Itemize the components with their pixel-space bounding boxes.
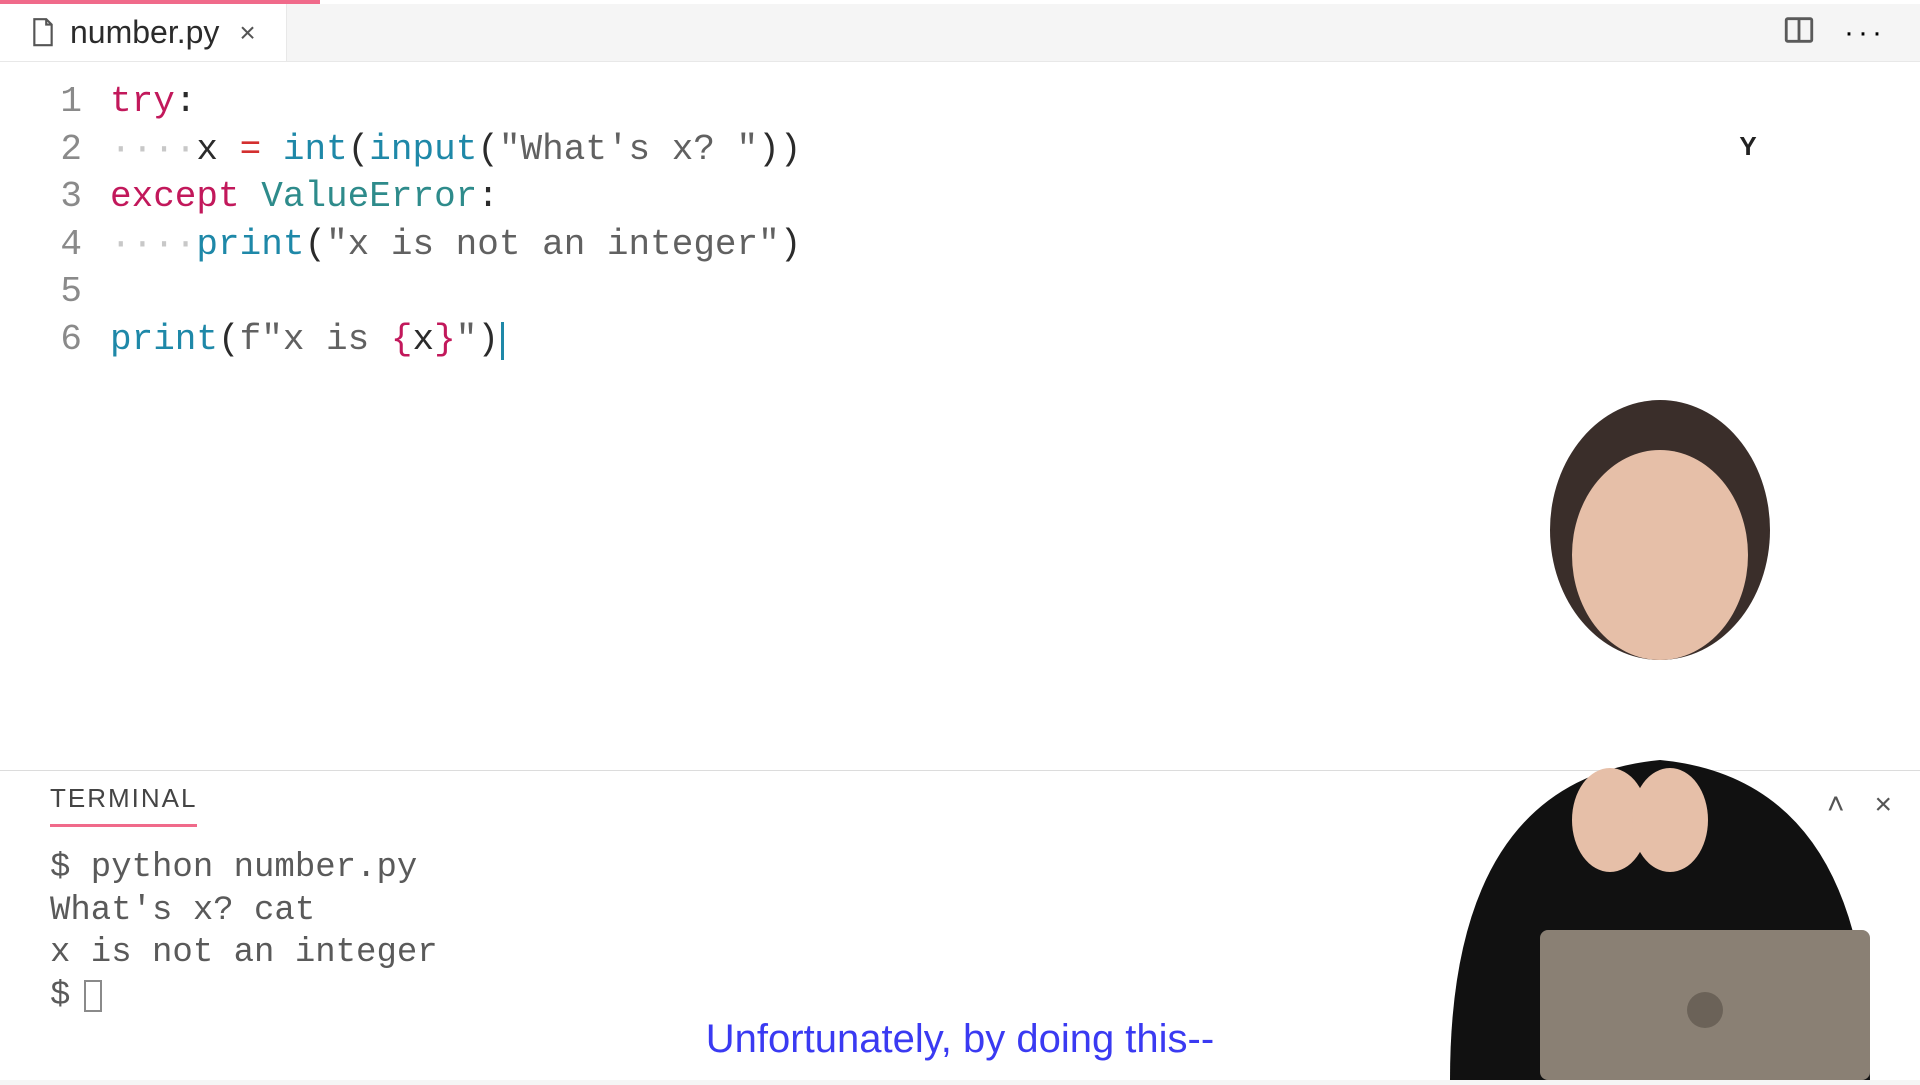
code-line: 5 <box>0 268 1920 316</box>
terminal-collapse-icon[interactable]: ˄ <box>1827 788 1845 822</box>
more-actions-icon[interactable]: ··· <box>1844 18 1886 48</box>
service-badge[interactable]: Y <box>1720 118 1776 174</box>
code-text[interactable]: try: <box>110 78 196 126</box>
editor-cursor <box>501 322 504 360</box>
tab-bar-actions: ··· <box>1782 13 1920 52</box>
terminal-line: x is not an integer <box>50 932 1870 975</box>
line-number: 1 <box>0 78 110 126</box>
code-text[interactable]: ····print("x is not an integer") <box>110 221 801 269</box>
terminal-line: What's x? cat <box>50 890 1870 933</box>
code-line: 4····print("x is not an integer") <box>0 221 1920 269</box>
file-icon <box>30 17 56 49</box>
code-line: 6print(f"x is {x}") <box>0 316 1920 364</box>
code-line: 1try: <box>0 78 1920 126</box>
code-lines: 1try:2····x = int(input("What's x? "))3e… <box>0 78 1920 363</box>
line-number: 2 <box>0 126 110 174</box>
terminal-cursor <box>84 980 102 1012</box>
code-text[interactable]: except ValueError: <box>110 173 499 221</box>
line-number: 5 <box>0 268 110 316</box>
terminal-tab[interactable]: TERMINAL <box>50 783 197 827</box>
code-line: 3except ValueError: <box>0 173 1920 221</box>
tab-close-button[interactable]: × <box>233 17 261 49</box>
line-number: 6 <box>0 316 110 364</box>
line-number: 4 <box>0 221 110 269</box>
terminal-prompt: $ <box>50 975 70 1018</box>
code-text[interactable]: ····x = int(input("What's x? ")) <box>110 126 801 174</box>
app-window: number.py × ··· 1try:2····x = int(input(… <box>0 0 1920 1080</box>
terminal-close-icon[interactable]: × <box>1874 788 1892 822</box>
badge-glyph: Y <box>1739 131 1756 162</box>
terminal-actions: ˄ × <box>1827 788 1892 822</box>
split-editor-icon[interactable] <box>1782 13 1816 52</box>
video-caption: Unfortunately, by doing this-- <box>0 1017 1920 1062</box>
terminal-tabs: TERMINAL ˄ × <box>0 771 1920 827</box>
tab-bar: number.py × ··· <box>0 4 1920 62</box>
tab-filename: number.py <box>70 14 219 51</box>
code-text[interactable]: print(f"x is {x}") <box>110 316 504 364</box>
file-tab[interactable]: number.py × <box>0 4 287 61</box>
terminal-line: $ python number.py <box>50 847 1870 890</box>
terminal-output[interactable]: $ python number.py What's x? cat x is no… <box>0 827 1920 1037</box>
terminal-prompt-row: $ <box>50 975 1870 1018</box>
line-number: 3 <box>0 173 110 221</box>
code-line: 2····x = int(input("What's x? ")) <box>0 126 1920 174</box>
code-editor[interactable]: 1try:2····x = int(input("What's x? "))3e… <box>0 62 1920 770</box>
